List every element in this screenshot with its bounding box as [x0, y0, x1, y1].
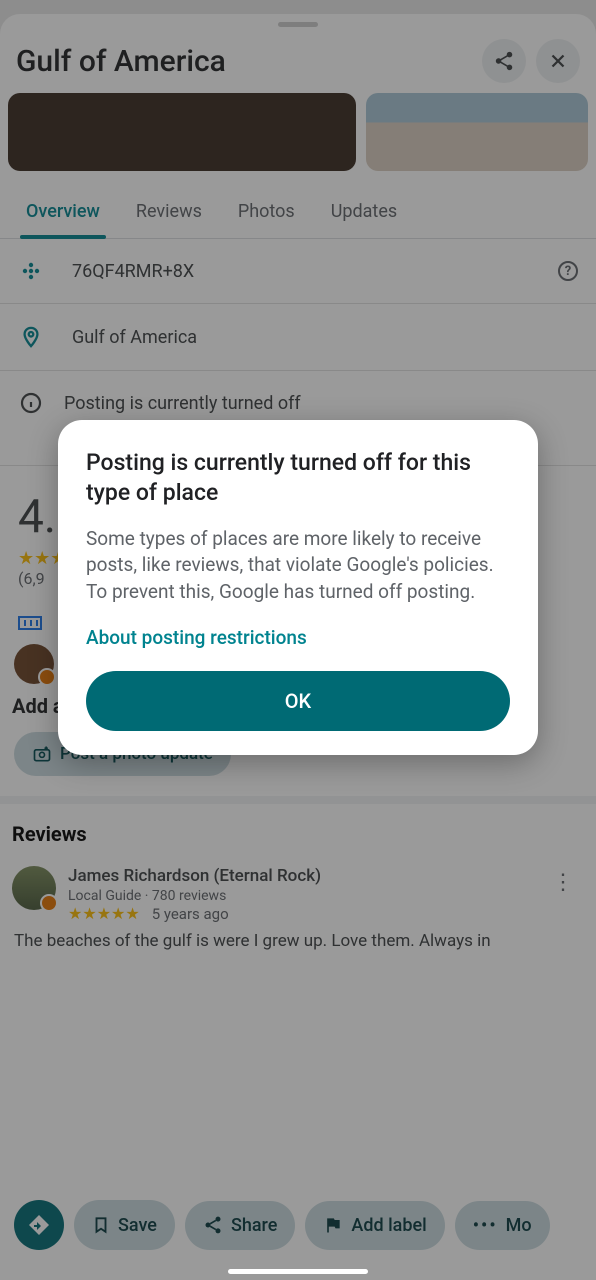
dialog-link[interactable]: About posting restrictions — [86, 626, 510, 649]
posting-dialog: Posting is currently turned off for this… — [58, 420, 538, 755]
nav-bar-handle[interactable] — [228, 1269, 368, 1274]
dialog-ok-button[interactable]: OK — [86, 671, 510, 731]
dialog-title: Posting is currently turned off for this… — [86, 448, 510, 508]
dialog-body: Some types of places are more likely to … — [86, 526, 510, 606]
